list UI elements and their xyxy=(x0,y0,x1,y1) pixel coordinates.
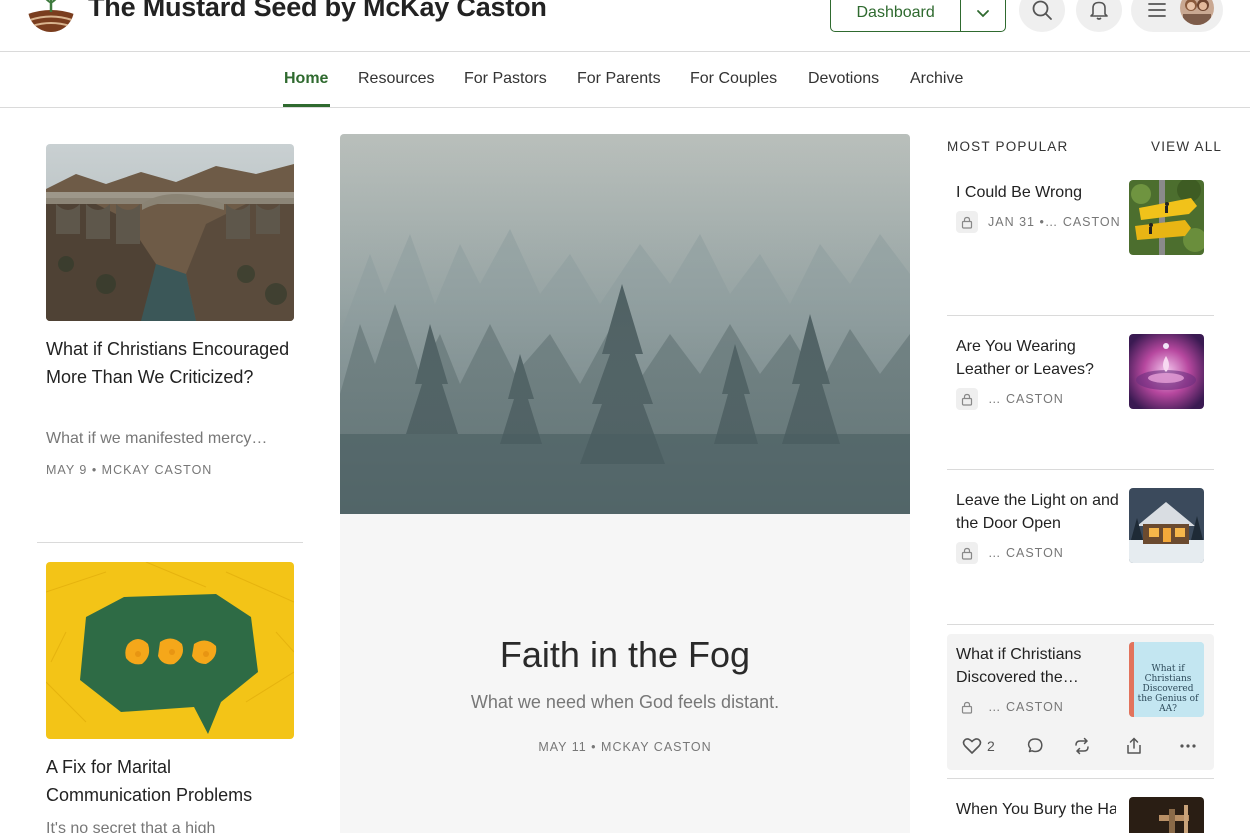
popular-post-title[interactable]: Leave the Light on and the Door Open xyxy=(956,489,1121,535)
nav-for-parents[interactable]: For Parents xyxy=(577,70,661,88)
nav-home[interactable]: Home xyxy=(284,70,328,88)
nav-archive[interactable]: Archive xyxy=(910,70,963,88)
popular-post-title[interactable]: When You Bury the Hatchet, Don't Lea xyxy=(956,798,1116,833)
nav-resources[interactable]: Resources xyxy=(358,70,434,88)
divider xyxy=(947,778,1214,779)
bell-icon xyxy=(1090,1,1108,20)
popular-post-title[interactable]: Are You Wearing Leather or Leaves? xyxy=(956,335,1121,381)
chevron-down-icon xyxy=(977,10,990,18)
post-subtitle: What if we manifested mercy… xyxy=(46,430,268,447)
restack-button[interactable] xyxy=(1073,737,1091,755)
divider xyxy=(947,469,1214,470)
avatar xyxy=(1180,0,1214,25)
site-header: The Mustard Seed by McKay Caston Dashboa… xyxy=(0,0,1250,52)
popular-post-meta: … CASTON xyxy=(956,542,1064,564)
dashboard-button[interactable]: Dashboard xyxy=(831,0,960,31)
share-icon xyxy=(1127,737,1141,754)
post-image-bridge[interactable] xyxy=(46,144,294,321)
notifications-button[interactable] xyxy=(1076,0,1122,32)
popular-post-thumbnail[interactable] xyxy=(1129,180,1204,255)
section-nav: Home Resources For Pastors For Parents F… xyxy=(0,52,1250,108)
post-title[interactable]: A Fix for Marital Communication Problems xyxy=(46,753,296,809)
post-title[interactable]: What if Christians Encouraged More Than … xyxy=(46,335,296,391)
share-button[interactable] xyxy=(1126,737,1142,755)
comment-icon xyxy=(1027,738,1043,753)
post-image-speech-bubble[interactable] xyxy=(46,562,294,739)
popular-post-thumbnail[interactable] xyxy=(1129,488,1204,563)
popular-post-meta: JAN 31 •… CASTON xyxy=(956,211,1121,233)
featured-post[interactable]: Faith in the Fog What we need when God f… xyxy=(340,134,910,833)
popular-post-title[interactable]: What if Christians Discovered the… xyxy=(956,643,1121,689)
search-icon xyxy=(1032,0,1052,20)
view-all-link[interactable]: VIEW ALL xyxy=(1151,139,1222,154)
most-popular-heading: MOST POPULAR xyxy=(947,139,1069,154)
popular-post-meta-text: … CASTON xyxy=(988,700,1064,714)
nav-for-couples[interactable]: For Couples xyxy=(690,70,777,88)
lock-icon xyxy=(956,696,978,718)
more-options-button[interactable] xyxy=(1179,737,1197,755)
popular-post-title[interactable]: I Could Be Wrong xyxy=(956,181,1121,204)
divider xyxy=(37,542,303,543)
site-title[interactable]: The Mustard Seed by McKay Caston xyxy=(88,0,547,23)
popular-post-thumbnail[interactable] xyxy=(1129,334,1204,409)
dashboard-button-group: Dashboard xyxy=(830,0,1006,32)
popular-post-meta-text: … CASTON xyxy=(988,392,1064,406)
featured-post-image xyxy=(340,134,910,514)
popular-post-thumbnail[interactable] xyxy=(1129,797,1204,833)
thumbnail-caption: What if Christians Discovered the Genius… xyxy=(1137,664,1199,714)
dashboard-dropdown-button[interactable] xyxy=(960,0,1005,31)
search-button[interactable] xyxy=(1019,0,1065,32)
popular-post-thumbnail[interactable]: What if Christians Discovered the Genius… xyxy=(1129,642,1204,717)
featured-post-subtitle: What we need when God feels distant. xyxy=(470,692,780,712)
nav-for-pastors[interactable]: For Pastors xyxy=(464,70,547,88)
popular-post-meta: … CASTON xyxy=(956,388,1064,410)
account-menu-button[interactable] xyxy=(1131,0,1223,32)
divider xyxy=(947,315,1214,316)
divider xyxy=(947,624,1214,625)
active-nav-indicator xyxy=(283,104,330,107)
popular-post-meta-text: … CASTON xyxy=(988,546,1064,560)
restack-icon xyxy=(1075,737,1089,755)
like-button[interactable]: 2 xyxy=(962,737,995,755)
lock-icon xyxy=(956,542,978,564)
comment-button[interactable] xyxy=(1026,737,1044,755)
hamburger-icon xyxy=(1148,3,1166,17)
more-icon xyxy=(1180,744,1196,748)
post-subtitle: It's no secret that a high xyxy=(46,820,216,833)
nav-devotions[interactable]: Devotions xyxy=(808,70,879,88)
popular-post-meta: … CASTON xyxy=(956,696,1064,718)
heart-icon xyxy=(962,738,982,754)
lock-icon xyxy=(956,211,978,233)
lock-icon xyxy=(956,388,978,410)
featured-post-title[interactable]: Faith in the Fog xyxy=(340,634,910,676)
site-logo[interactable] xyxy=(28,0,74,32)
post-meta: MAY 9 • MCKAY CASTON xyxy=(46,463,213,477)
popular-post-meta-text: JAN 31 •… CASTON xyxy=(988,215,1121,229)
like-count: 2 xyxy=(987,738,995,754)
featured-post-meta: MAY 11 • MCKAY CASTON xyxy=(538,740,712,754)
